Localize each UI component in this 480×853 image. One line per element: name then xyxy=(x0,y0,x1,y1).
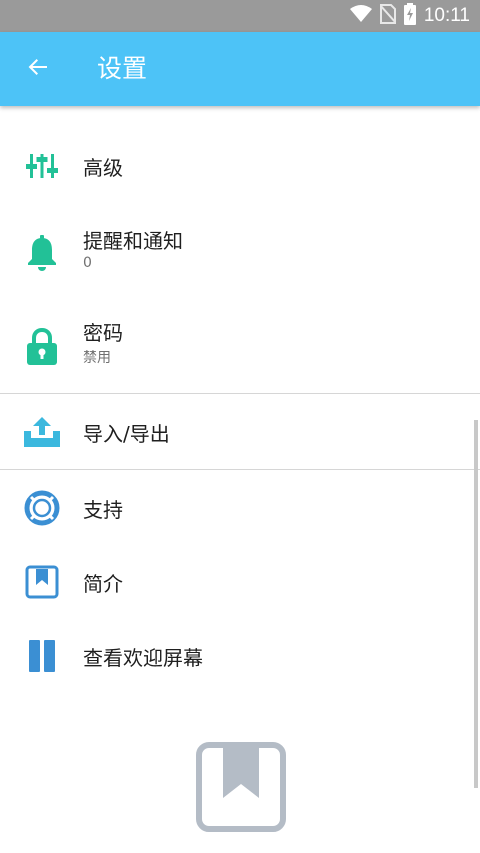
settings-item-subtitle: 禁用 xyxy=(83,350,111,366)
arrow-left-icon xyxy=(26,55,50,83)
settings-item-label: 高级 xyxy=(83,156,123,180)
app-toolbar: 设置 xyxy=(0,32,480,106)
settings-item-import-export[interactable]: 导入/导出 xyxy=(0,396,480,468)
status-bar: 10:11 xyxy=(0,0,480,32)
upload-tray-icon xyxy=(22,412,62,452)
wifi-icon xyxy=(349,5,372,27)
bell-icon xyxy=(22,233,62,273)
settings-item-label: 密码 xyxy=(83,321,123,345)
settings-item-about[interactable]: 简介 xyxy=(0,546,480,618)
lifebuoy-icon xyxy=(22,488,62,528)
battery-charging-icon xyxy=(403,3,416,29)
sliders-icon xyxy=(22,146,62,186)
back-button[interactable] xyxy=(14,45,62,93)
settings-item-welcome-screen[interactable]: 查看欢迎屏幕 xyxy=(0,620,480,692)
settings-item-advanced[interactable]: 高级 xyxy=(0,130,480,202)
settings-item-subtitle: 0 xyxy=(83,255,92,271)
no-sim-icon xyxy=(379,4,397,28)
page-title: 设置 xyxy=(97,54,148,83)
pause-columns-icon xyxy=(22,636,62,676)
app-logo-icon xyxy=(196,742,286,832)
section-divider xyxy=(0,393,480,394)
section-divider xyxy=(0,469,480,470)
settings-item-reminders[interactable]: 提醒和通知 0 xyxy=(0,212,480,296)
status-time: 10:11 xyxy=(423,5,470,26)
settings-item-label: 简介 xyxy=(83,572,123,596)
settings-item-label: 查看欢迎屏幕 xyxy=(83,646,203,670)
lock-icon xyxy=(22,327,62,367)
settings-item-label: 提醒和通知 xyxy=(83,229,183,253)
settings-item-password[interactable]: 密码 禁用 xyxy=(0,304,480,390)
scrollbar[interactable] xyxy=(474,420,478,788)
settings-item-support[interactable]: 支持 xyxy=(0,472,480,544)
bookmark-book-icon xyxy=(22,562,62,602)
settings-item-label: 支持 xyxy=(83,498,123,522)
settings-item-label: 导入/导出 xyxy=(83,422,170,446)
